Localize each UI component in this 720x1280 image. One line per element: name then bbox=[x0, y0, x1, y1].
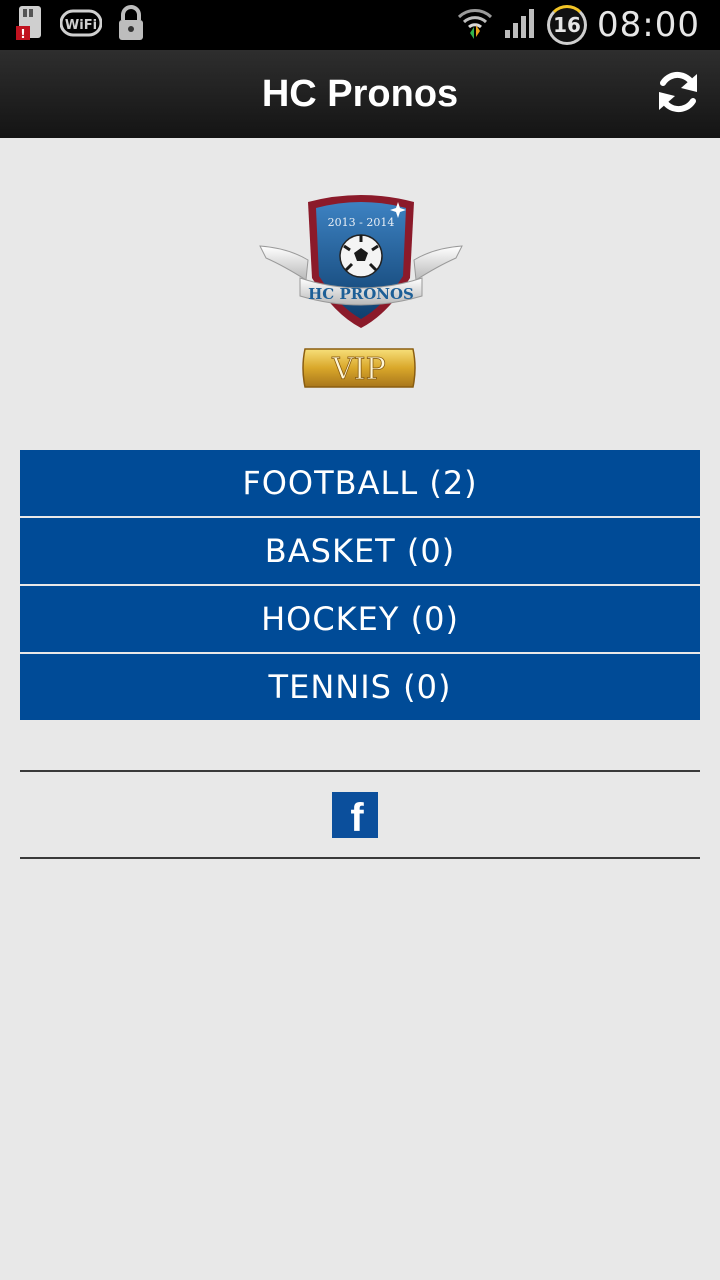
menu-item-football[interactable]: FOOTBALL (2) bbox=[20, 450, 700, 516]
vip-badge: VIP bbox=[297, 345, 421, 391]
sd-card-alert-icon: ! bbox=[14, 4, 46, 46]
hc-pronos-logo: 2013 - 2014 HC PRONOS bbox=[258, 186, 464, 332]
wifi-signal-icon bbox=[457, 5, 493, 45]
menu-item-basket[interactable]: BASKET (0) bbox=[20, 518, 700, 584]
footer-divider-top bbox=[20, 770, 700, 772]
refresh-icon bbox=[654, 68, 702, 120]
lock-icon bbox=[116, 4, 146, 46]
status-bar: ! WiFi 16 08:00 bbox=[0, 0, 720, 50]
sport-category-menu: FOOTBALL (2) BASKET (0) HOCKEY (0) TENNI… bbox=[20, 450, 700, 722]
svg-text:!: ! bbox=[20, 27, 25, 41]
status-bar-left: ! WiFi bbox=[14, 4, 146, 46]
action-bar: HC Pronos bbox=[0, 50, 720, 138]
clock: 08:00 bbox=[597, 5, 700, 45]
footer-divider-bottom bbox=[20, 857, 700, 859]
svg-text:2013 - 2014: 2013 - 2014 bbox=[328, 216, 395, 229]
wifi-status-icon: WiFi bbox=[59, 9, 103, 41]
notification-count-badge: 16 bbox=[547, 5, 588, 45]
logo-brand-text: HC PRONOS bbox=[308, 285, 414, 303]
refresh-button[interactable] bbox=[652, 68, 704, 120]
svg-text:WiFi: WiFi bbox=[65, 18, 97, 33]
facebook-button[interactable]: f bbox=[332, 792, 378, 838]
menu-item-hockey[interactable]: HOCKEY (0) bbox=[20, 586, 700, 652]
app-title: HC Pronos bbox=[261, 73, 459, 115]
menu-item-tennis[interactable]: TENNIS (0) bbox=[20, 654, 700, 720]
status-bar-right: 16 08:00 bbox=[457, 4, 700, 46]
facebook-icon: f bbox=[350, 796, 364, 840]
svg-text:VIP: VIP bbox=[331, 352, 386, 387]
cell-signal-icon bbox=[503, 6, 537, 44]
